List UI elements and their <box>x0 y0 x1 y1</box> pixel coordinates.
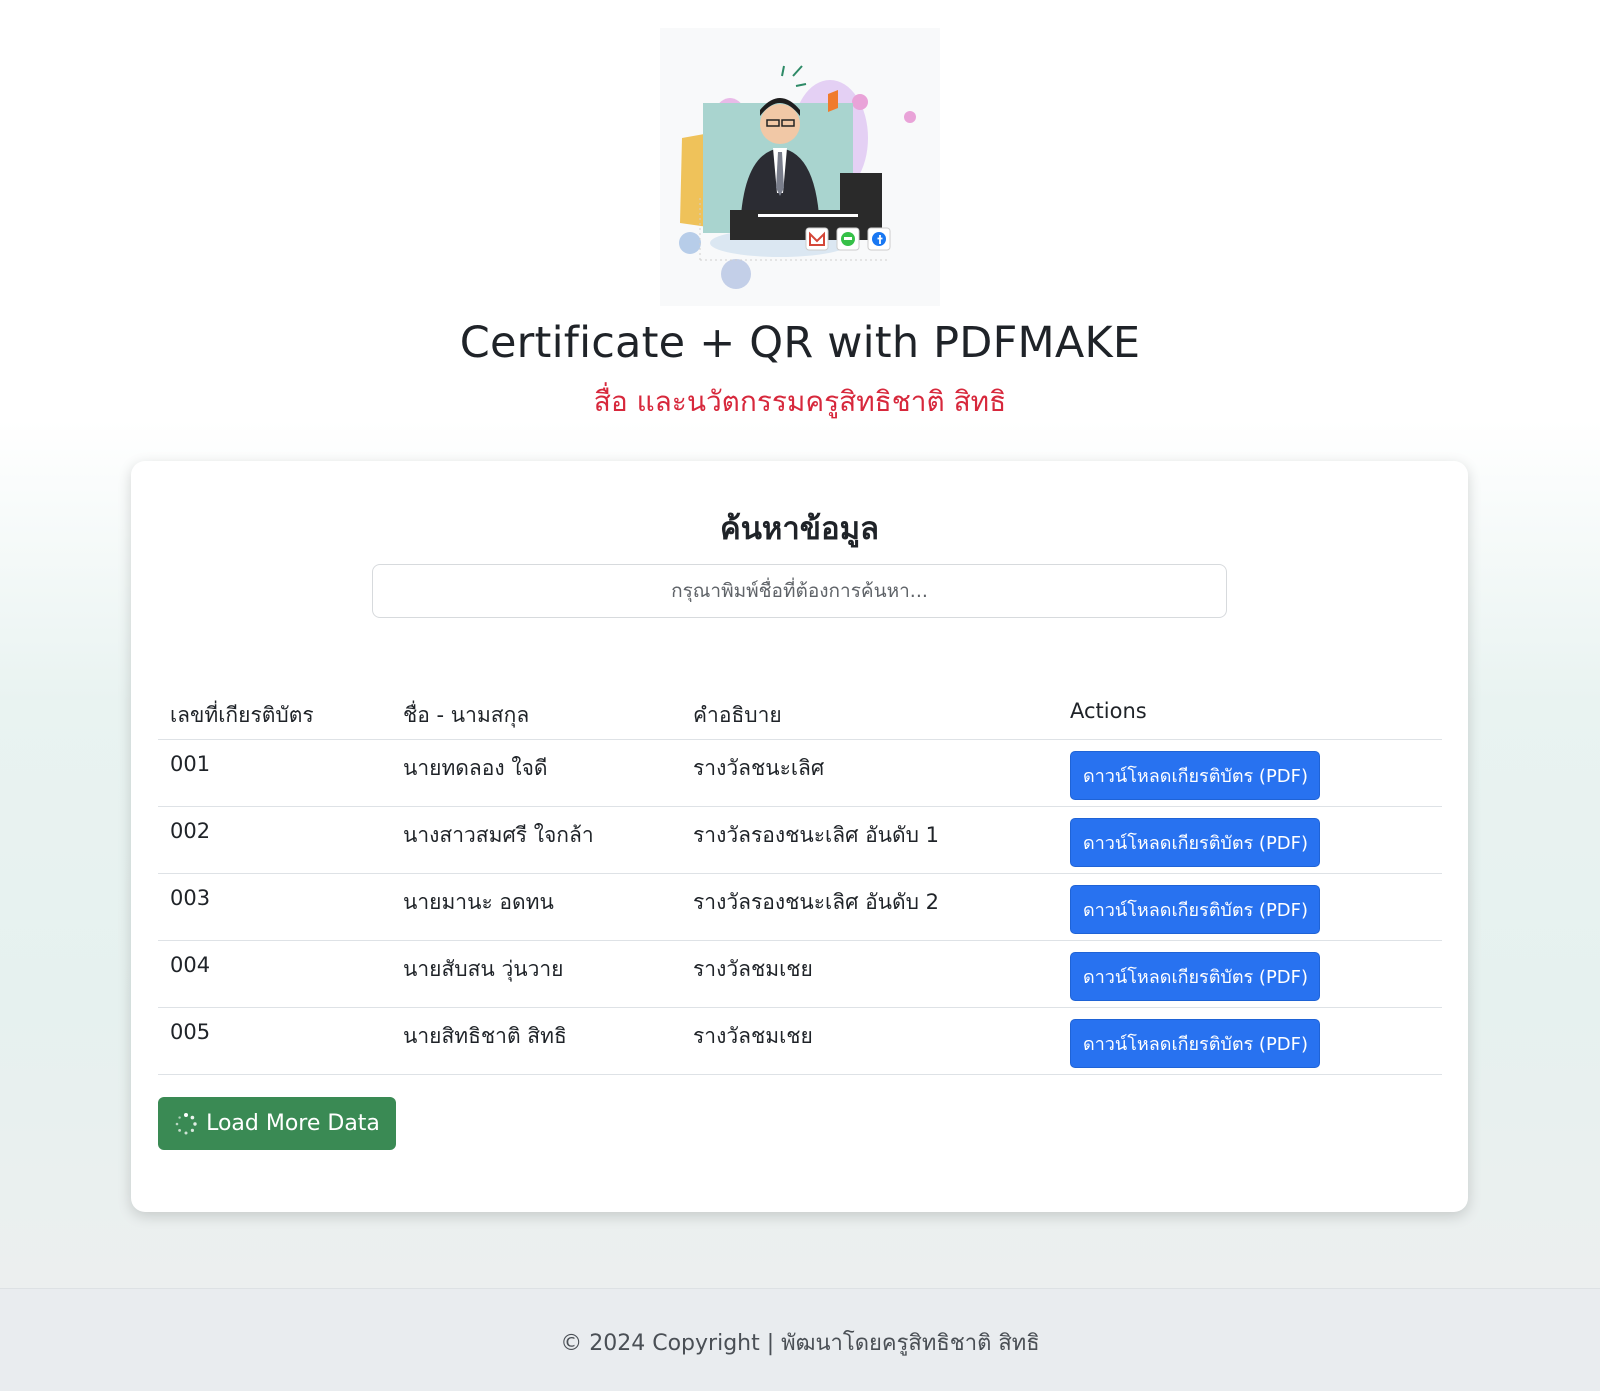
download-pdf-button[interactable]: ดาวน์โหลดเกียรติบัตร (PDF) <box>1070 885 1321 934</box>
hero-profile-illustration <box>660 28 940 306</box>
cell-certificate-number: 001 <box>170 752 211 776</box>
cell-full-name: นายทดลอง ใจดี <box>403 756 548 780</box>
line-icon <box>836 227 860 251</box>
cell-full-name: นางสาวสมศรี ใจกล้า <box>403 823 594 847</box>
download-pdf-button[interactable]: ดาวน์โหลดเกียรติบัตร (PDF) <box>1070 751 1321 800</box>
table-row: 003 นายมานะ อดทน รางวัลรองชนะเลิศ อันดับ… <box>158 874 1442 941</box>
cell-description: รางวัลรองชนะเลิศ อันดับ 1 <box>693 823 940 847</box>
cell-description: รางวัลรองชนะเลิศ อันดับ 2 <box>693 890 940 914</box>
cell-full-name: นายมานะ อดทน <box>403 890 554 914</box>
header-description: คำอธิบาย <box>693 703 782 727</box>
cell-actions: ดาวน์โหลดเกียรติบัตร (PDF) <box>1058 885 1442 934</box>
page-title: Certificate + QR with PDFMAKE <box>459 318 1141 368</box>
cell-certificate-number: 002 <box>170 819 211 843</box>
load-more-label: Load More Data <box>206 1111 380 1136</box>
table-row: 005 นายสิทธิชาติ สิทธิ รางวัลชมเชย ดาวน์… <box>158 1008 1442 1075</box>
cell-description: รางวัลชนะเลิศ <box>693 756 825 780</box>
cell-certificate-number: 005 <box>170 1020 211 1044</box>
table-row: 001 นายทดลอง ใจดี รางวัลชนะเลิศ ดาวน์โหล… <box>158 740 1442 807</box>
cell-actions: ดาวน์โหลดเกียรติบัตร (PDF) <box>1058 1019 1442 1068</box>
cell-actions: ดาวน์โหลดเกียรติบัตร (PDF) <box>1058 952 1442 1001</box>
header-full-name: ชื่อ - นามสกุล <box>403 703 530 727</box>
gmail-icon <box>805 227 829 251</box>
cell-certificate-number: 004 <box>170 953 211 977</box>
cell-certificate-number: 003 <box>170 886 211 910</box>
cell-description: รางวัลชมเชย <box>693 957 813 981</box>
download-pdf-button[interactable]: ดาวน์โหลดเกียรติบัตร (PDF) <box>1070 952 1321 1001</box>
download-pdf-button[interactable]: ดาวน์โหลดเกียรติบัตร (PDF) <box>1070 818 1321 867</box>
load-more-button[interactable]: Load More Data <box>158 1097 396 1150</box>
cell-actions: ดาวน์โหลดเกียรติบัตร (PDF) <box>1058 751 1442 800</box>
search-heading: ค้นหาข้อมูล <box>719 511 879 547</box>
search-input[interactable] <box>372 564 1227 618</box>
footer: © 2024 Copyright | พัฒนาโดยครูสิทธิชาติ … <box>0 1288 1600 1391</box>
table-row: 002 นางสาวสมศรี ใจกล้า รางวัลรองชนะเลิศ … <box>158 807 1442 874</box>
search-card: ค้นหาข้อมูล เลขที่เกียรติบัตร ชื่อ - นาม… <box>131 461 1468 1212</box>
cell-actions: ดาวน์โหลดเกียรติบัตร (PDF) <box>1058 818 1442 867</box>
download-pdf-button[interactable]: ดาวน์โหลดเกียรติบัตร (PDF) <box>1070 1019 1321 1068</box>
table-row: 004 นายสับสน วุ่นวาย รางวัลชมเชย ดาวน์โห… <box>158 941 1442 1008</box>
cell-full-name: นายสับสน วุ่นวาย <box>403 957 564 981</box>
page-subtitle: สื่อ และนวัตกรรมครูสิทธิชาติ สิทธิ <box>593 385 1007 418</box>
footer-copyright: © 2024 Copyright | พัฒนาโดยครูสิทธิชาติ … <box>560 1331 1040 1356</box>
facebook-icon <box>867 227 891 251</box>
header-certificate-number: เลขที่เกียรติบัตร <box>170 703 314 727</box>
certificate-table: เลขที่เกียรติบัตร ชื่อ - นามสกุล คำอธิบา… <box>158 683 1442 1075</box>
table-header-row: เลขที่เกียรติบัตร ชื่อ - นามสกุล คำอธิบา… <box>158 683 1442 740</box>
cell-full-name: นายสิทธิชาติ สิทธิ <box>403 1024 567 1048</box>
cell-description: รางวัลชมเชย <box>693 1024 813 1048</box>
spinner-icon <box>174 1112 198 1136</box>
header-actions: Actions <box>1070 699 1147 723</box>
